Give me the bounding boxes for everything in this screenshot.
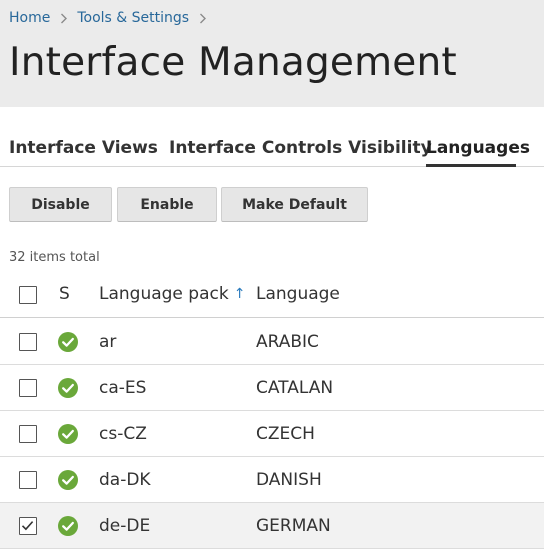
- language-pack-cell: cs-CZ: [99, 424, 147, 444]
- language-cell: DANISH: [256, 470, 322, 490]
- column-header-language-pack[interactable]: Language pack ↑: [99, 283, 245, 305]
- tab-interface-views[interactable]: Interface Views: [9, 136, 158, 160]
- active-tab-indicator: [426, 164, 516, 167]
- status-enabled-icon: [58, 378, 78, 398]
- chevron-right-icon: [199, 13, 207, 24]
- language-pack-cell: ar: [99, 332, 117, 352]
- column-header-language[interactable]: Language: [256, 283, 340, 305]
- tab-interface-controls-visibility[interactable]: Interface Controls Visibility: [169, 136, 432, 160]
- language-pack-cell: ca-ES: [99, 378, 147, 398]
- language-pack-cell: da-DK: [99, 470, 151, 490]
- tab-languages[interactable]: Languages: [426, 136, 530, 160]
- status-enabled-icon: [58, 470, 78, 490]
- select-all-checkbox[interactable]: [19, 286, 37, 304]
- row-checkbox[interactable]: [19, 517, 37, 535]
- enable-button[interactable]: Enable: [117, 187, 217, 222]
- checkmark-icon: [21, 521, 34, 531]
- column-header-language-pack-label: Language pack: [99, 284, 229, 304]
- disable-button[interactable]: Disable: [9, 187, 112, 222]
- page-title: Interface Management: [9, 40, 457, 85]
- language-cell: GERMAN: [256, 516, 331, 536]
- table-row[interactable]: ca-ES CATALAN: [0, 365, 544, 411]
- status-enabled-icon: [58, 332, 78, 352]
- language-pack-cell: de-DE: [99, 516, 151, 536]
- row-checkbox[interactable]: [19, 425, 37, 443]
- breadcrumb-tools-settings-link[interactable]: Tools & Settings: [77, 9, 189, 27]
- row-checkbox[interactable]: [19, 333, 37, 351]
- row-checkbox[interactable]: [19, 379, 37, 397]
- row-checkbox[interactable]: [19, 471, 37, 489]
- status-enabled-icon: [58, 516, 78, 536]
- language-cell: ARABIC: [256, 332, 319, 352]
- page-header: Home Tools & Settings Interface Manageme…: [0, 0, 544, 107]
- status-enabled-icon: [58, 424, 78, 444]
- sort-ascending-icon: ↑: [233, 286, 246, 302]
- table-row[interactable]: cs-CZ CZECH: [0, 411, 544, 457]
- items-total: 32 items total: [9, 250, 100, 265]
- table-header-row: S Language pack ↑ Language: [0, 272, 544, 318]
- table-row[interactable]: ar ARABIC: [0, 319, 544, 365]
- language-cell: CATALAN: [256, 378, 334, 398]
- language-cell: CZECH: [256, 424, 315, 444]
- breadcrumb: Home Tools & Settings: [9, 9, 216, 27]
- table-row[interactable]: da-DK DANISH: [0, 457, 544, 503]
- make-default-button[interactable]: Make Default: [221, 187, 368, 222]
- tab-bar: Interface Views Interface Controls Visib…: [0, 107, 544, 168]
- chevron-right-icon: [60, 13, 68, 24]
- breadcrumb-home-link[interactable]: Home: [9, 9, 50, 27]
- table-row[interactable]: de-DE GERMAN: [0, 503, 544, 549]
- column-header-status[interactable]: S: [59, 283, 70, 305]
